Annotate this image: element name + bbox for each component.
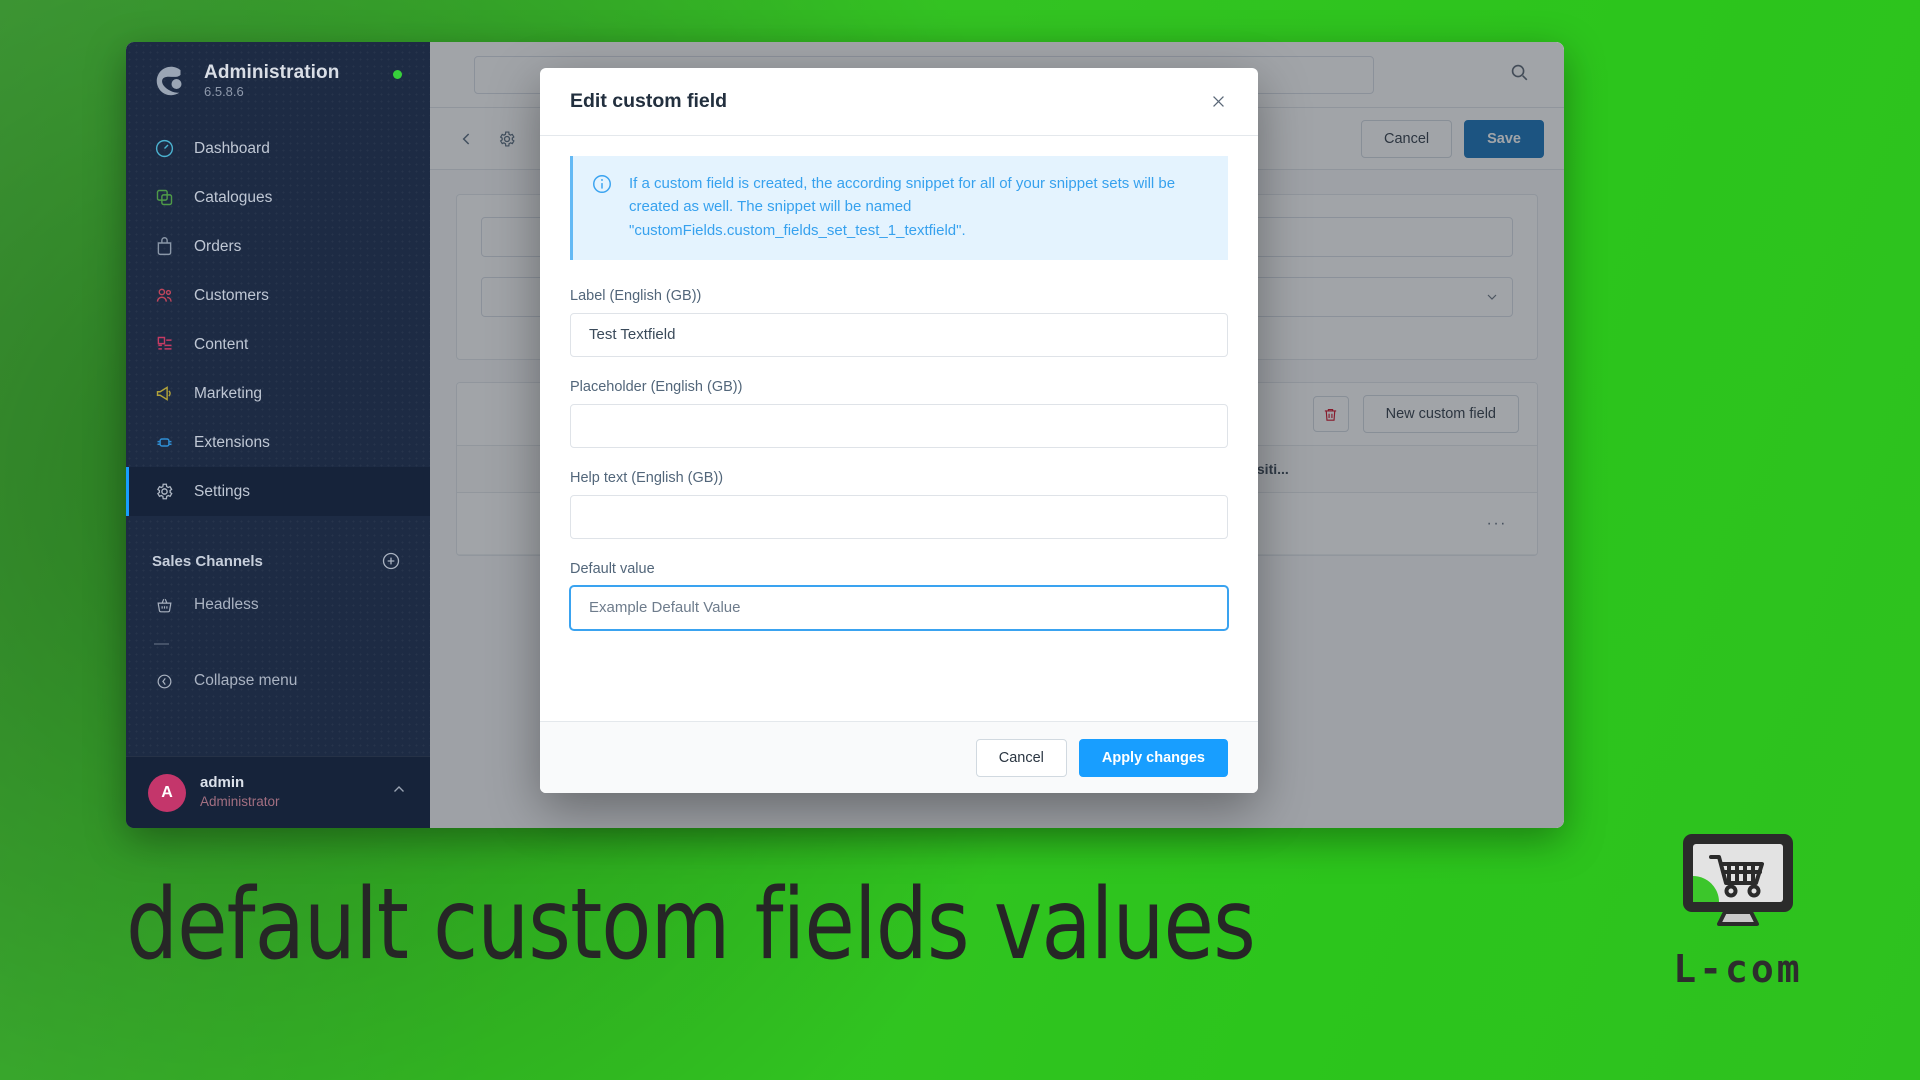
lcom-wordmark: L-com: [1673, 947, 1803, 991]
user-name: admin: [200, 774, 245, 792]
sidebar-item-label: Dashboard: [194, 139, 270, 157]
sidebar-item-content[interactable]: Content: [126, 320, 430, 369]
sidebar-item-label: Settings: [194, 482, 251, 500]
help-text-field-label: Help text (English (GB)): [570, 469, 724, 486]
sidebar-item-label: Catalogues: [194, 188, 273, 206]
status-dot-icon: [393, 70, 402, 79]
basket-icon: [152, 593, 176, 617]
sidebar-separator: —: [154, 634, 169, 652]
lcom-watermark: L-com: [1648, 828, 1828, 991]
sidebar-item-label: Collapse menu: [194, 672, 298, 689]
extensions-plug-icon: [152, 431, 176, 455]
shopware-logo-icon: [152, 62, 190, 100]
info-circle-icon: [591, 173, 615, 197]
brand-title: Administration: [204, 62, 340, 84]
sidebar-item-label: Headless: [194, 596, 259, 613]
user-role: Administrator: [200, 794, 280, 810]
sidebar-item-label: Marketing: [194, 384, 263, 402]
sidebar-item-label: Orders: [194, 237, 242, 255]
caption-text: default custom fields values: [126, 868, 1256, 982]
brand-version: 6.5.8.6: [204, 84, 244, 100]
edit-custom-field-modal: Edit custom field If a custom field is c…: [540, 68, 1258, 793]
sales-channels-title: Sales Channels: [152, 552, 263, 570]
help-text-input[interactable]: [570, 494, 1228, 539]
modal-title: Edit custom field: [570, 90, 728, 112]
sidebar-item-marketing[interactable]: Marketing: [126, 369, 430, 418]
label-field-group: Label (English (GB)): [570, 288, 1228, 357]
marketing-megaphone-icon: [152, 382, 176, 406]
default-value-field-label: Default value: [570, 560, 655, 577]
sidebar-item-label: Customers: [194, 286, 269, 304]
label-input[interactable]: [570, 312, 1228, 357]
avatar: A: [148, 773, 186, 812]
monitor-shopping-cart-icon: [1683, 834, 1793, 926]
sidebar-item-label: Extensions: [194, 433, 270, 451]
close-icon[interactable]: [1204, 88, 1232, 116]
apply-changes-button[interactable]: Apply changes: [1078, 738, 1228, 777]
settings-gear-icon: [152, 480, 176, 504]
sidebar-item-headless[interactable]: Headless: [126, 582, 430, 628]
modal-header: Edit custom field: [540, 68, 1258, 136]
sidebar-item-extensions[interactable]: Extensions: [126, 418, 430, 467]
user-menu[interactable]: A admin Administrator: [126, 756, 430, 828]
modal-body: If a custom field is created, the accord…: [540, 136, 1258, 721]
default-value-field-group: Default value: [570, 561, 1228, 630]
chevron-up-icon[interactable]: [390, 781, 408, 804]
collapse-clock-icon: [152, 669, 176, 693]
modal-footer: Cancel Apply changes: [540, 721, 1258, 793]
help-text-field-group: Help text (English (GB)): [570, 470, 1228, 539]
placeholder-field-group: Placeholder (English (GB)): [570, 379, 1228, 448]
sidebar-item-settings[interactable]: Settings: [126, 467, 430, 516]
modal-cancel-button[interactable]: Cancel: [975, 738, 1067, 777]
info-alert-text: If a custom field is created, the accord…: [629, 175, 1176, 239]
info-alert: If a custom field is created, the accord…: [570, 156, 1228, 260]
sales-channels-section-header: Sales Channels: [126, 516, 430, 582]
content-document-icon: [152, 333, 176, 357]
orders-bag-icon: [152, 235, 176, 259]
plus-circle-icon[interactable]: [380, 550, 402, 572]
sidebar: Administration 6.5.8.6 Dashboard Catalog…: [126, 42, 430, 828]
dashboard-gauge-icon: [152, 137, 176, 161]
brand-header: Administration 6.5.8.6: [126, 42, 430, 116]
main-navigation: Dashboard Catalogues Orders Customers Co…: [126, 124, 430, 516]
default-value-input[interactable]: [570, 585, 1228, 630]
placeholder-input[interactable]: [570, 403, 1228, 448]
sidebar-item-collapse-menu[interactable]: Collapse menu: [126, 658, 430, 704]
placeholder-field-label: Placeholder (English (GB)): [570, 378, 743, 395]
customers-people-icon: [152, 284, 176, 308]
label-field-label: Label (English (GB)): [570, 287, 702, 304]
sidebar-item-catalogues[interactable]: Catalogues: [126, 173, 430, 222]
sidebar-item-label: Content: [194, 335, 249, 353]
sidebar-item-customers[interactable]: Customers: [126, 271, 430, 320]
catalogues-stack-icon: [152, 186, 176, 210]
sidebar-item-dashboard[interactable]: Dashboard: [126, 124, 430, 173]
sidebar-item-orders[interactable]: Orders: [126, 222, 430, 271]
